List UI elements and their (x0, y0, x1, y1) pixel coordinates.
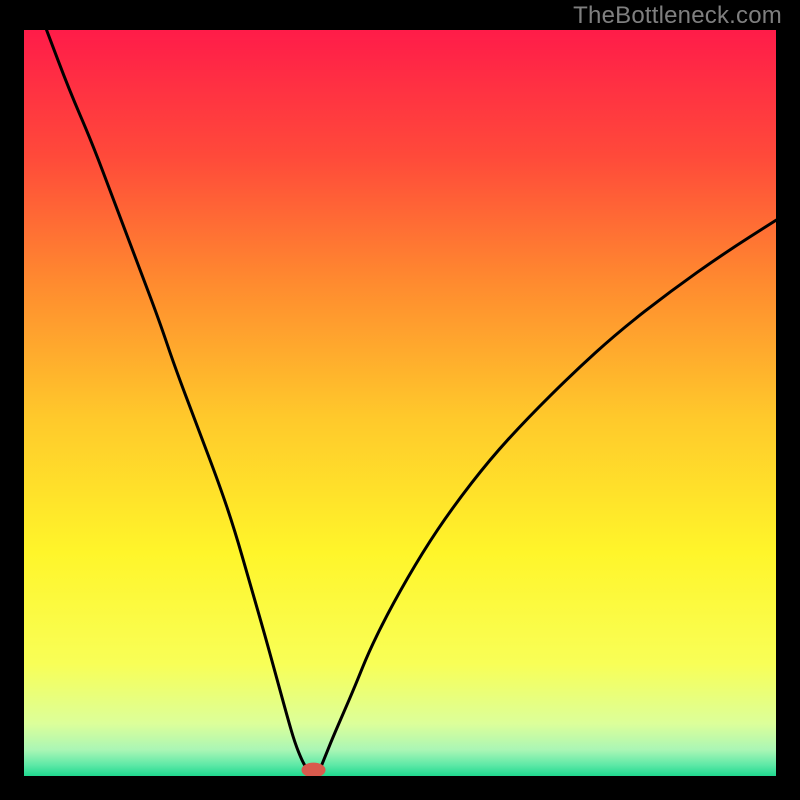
chart-background (24, 30, 776, 776)
watermark-label: TheBottleneck.com (573, 2, 782, 30)
chart-container: TheBottleneck.com (0, 0, 800, 800)
chart-svg (24, 30, 776, 776)
